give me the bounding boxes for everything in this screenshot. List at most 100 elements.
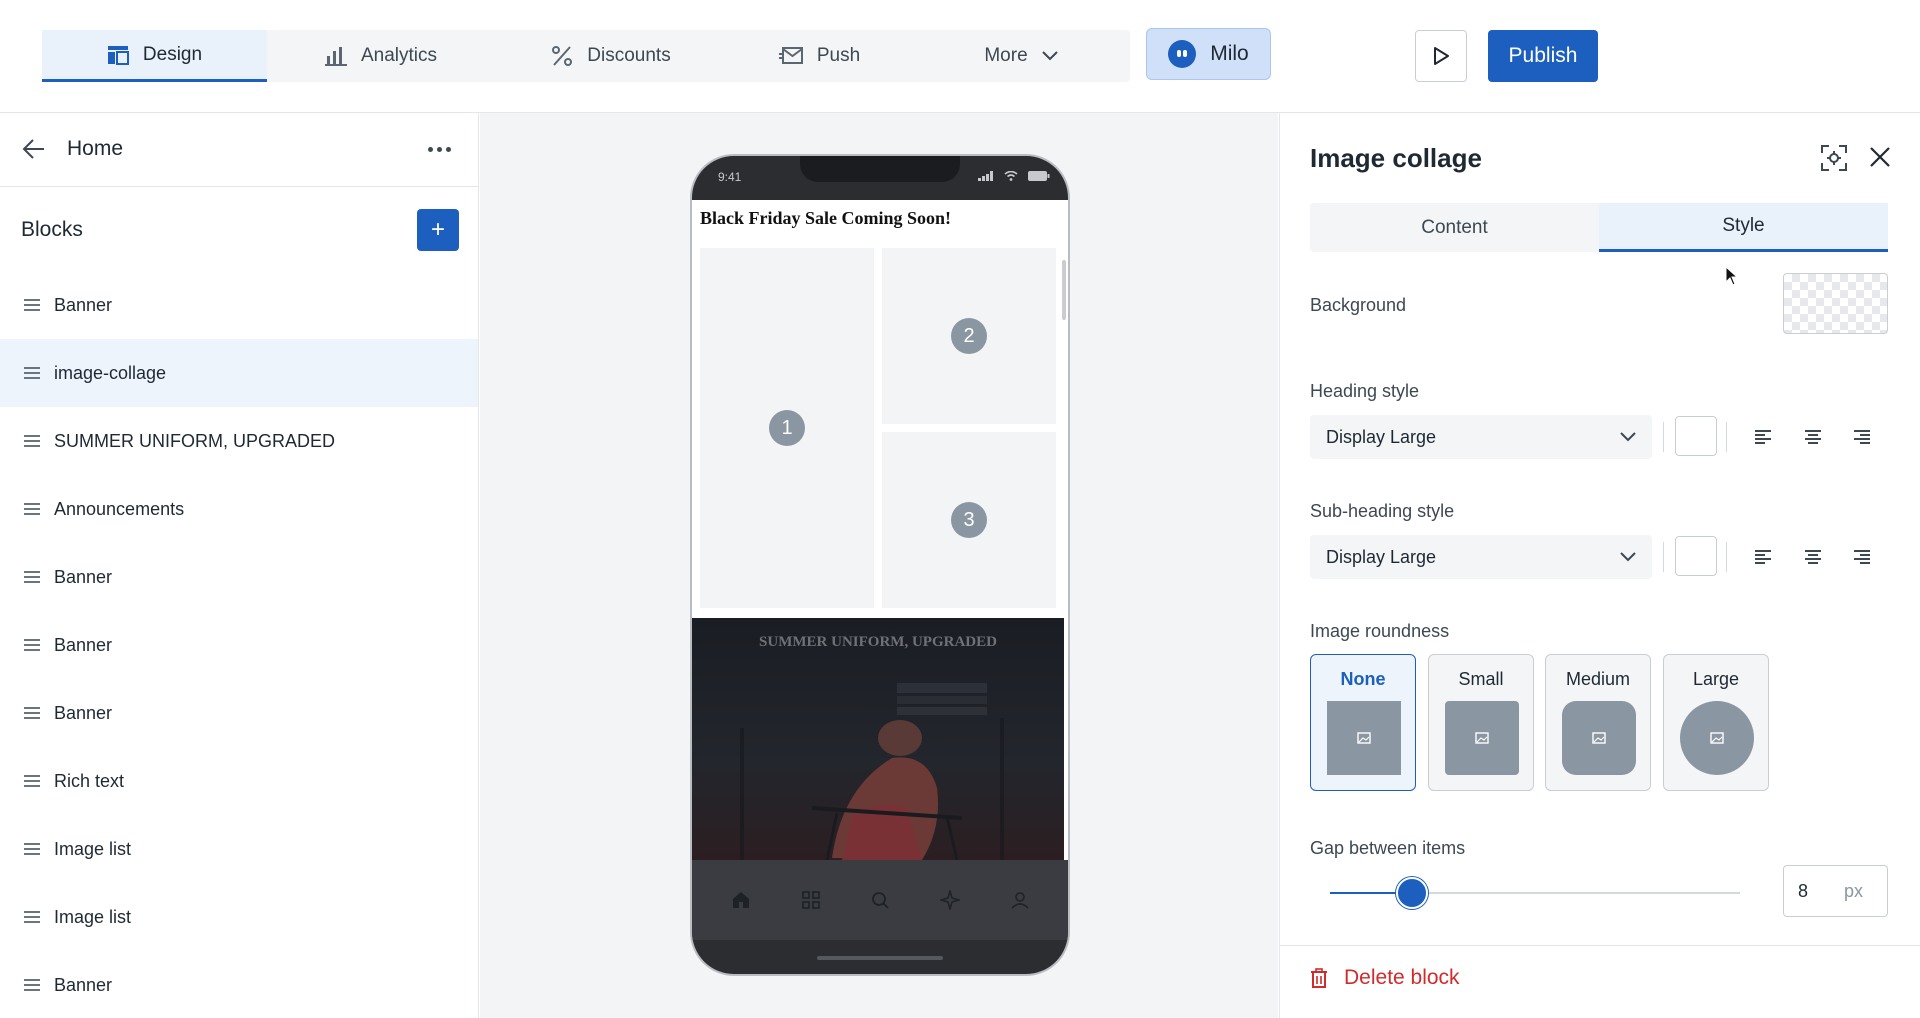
- drag-handle-icon[interactable]: [24, 503, 40, 515]
- phone-mockup: 9:41 Black Friday Sale Coming Soon! 1 2 …: [690, 154, 1070, 976]
- chevron-down-icon: [1620, 432, 1636, 442]
- block-item-banner[interactable]: Banner: [0, 611, 478, 679]
- align-right-icon[interactable]: [1853, 429, 1871, 445]
- roundness-option-none[interactable]: None: [1310, 654, 1416, 791]
- heading-style-select[interactable]: Display Large: [1310, 415, 1652, 459]
- align-center-icon[interactable]: [1804, 549, 1822, 565]
- align-center-icon[interactable]: [1804, 429, 1822, 445]
- background-color-picker[interactable]: [1783, 273, 1888, 334]
- milo-assistant-button[interactable]: Milo: [1146, 28, 1271, 80]
- tab-more[interactable]: More: [912, 30, 1130, 82]
- trash-icon: [1311, 968, 1327, 988]
- profile-icon[interactable]: [1011, 891, 1029, 909]
- block-item-banner[interactable]: Banner: [0, 271, 478, 339]
- block-item-label: Banner: [54, 702, 113, 723]
- block-item-announcements[interactable]: Announcements: [0, 475, 478, 543]
- block-item-image-list[interactable]: Image list: [0, 883, 478, 951]
- drag-handle-icon[interactable]: [24, 571, 40, 583]
- divider: [1726, 542, 1727, 572]
- more-options-icon[interactable]: [428, 147, 451, 152]
- collage-heading: Black Friday Sale Coming Soon!: [700, 208, 952, 228]
- heading-color-picker[interactable]: [1675, 416, 1717, 456]
- drag-handle-icon[interactable]: [24, 775, 40, 787]
- block-item-banner[interactable]: Banner: [0, 543, 478, 611]
- align-right-icon[interactable]: [1853, 549, 1871, 565]
- block-item-summer-uniform[interactable]: SUMMER UNIFORM, UPGRADED: [0, 407, 478, 475]
- publish-button[interactable]: Publish: [1488, 30, 1598, 82]
- signal-icon: [978, 171, 993, 181]
- roundness-option-label: Large: [1692, 669, 1740, 689]
- roundness-option-label: None: [1340, 669, 1386, 689]
- gap-slider[interactable]: [1330, 877, 1740, 909]
- drag-handle-icon[interactable]: [24, 435, 40, 447]
- tab-more-label: More: [984, 45, 1028, 66]
- blocks-sidebar: Home Blocks + Banner image-collage SUMME…: [0, 113, 479, 1018]
- block-item-image-collage[interactable]: image-collage: [0, 339, 478, 407]
- drag-handle-icon[interactable]: [24, 707, 40, 719]
- sparkle-icon[interactable]: [939, 890, 960, 910]
- align-left-icon[interactable]: [1754, 429, 1772, 445]
- mouse-cursor-icon: [1725, 266, 1739, 286]
- back-arrow-icon[interactable]: [22, 137, 46, 161]
- delete-block-button[interactable]: Delete block: [1310, 966, 1460, 990]
- phone-scrollbar[interactable]: [1062, 260, 1066, 320]
- drag-handle-icon[interactable]: [24, 367, 40, 379]
- close-icon[interactable]: [1869, 146, 1891, 168]
- drag-handle-icon[interactable]: [24, 843, 40, 855]
- roundness-option-medium[interactable]: Medium: [1545, 654, 1651, 791]
- align-left-icon[interactable]: [1754, 549, 1772, 565]
- drag-handle-icon[interactable]: [24, 299, 40, 311]
- phone-bottom-nav: [692, 860, 1068, 940]
- phone-status-bar: 9:41: [692, 156, 1068, 200]
- block-item-label: Image list: [54, 906, 132, 927]
- heading-style-label: Heading style: [1310, 381, 1420, 401]
- block-item-label: Banner: [54, 566, 113, 587]
- background-label: Background: [1310, 295, 1407, 315]
- add-block-button[interactable]: +: [417, 209, 459, 251]
- divider: [1280, 945, 1920, 946]
- focus-target-icon[interactable]: [1821, 145, 1847, 171]
- drag-handle-icon[interactable]: [24, 911, 40, 923]
- tab-discounts[interactable]: Discounts: [495, 30, 727, 82]
- preview-canvas: 9:41 Black Friday Sale Coming Soon! 1 2 …: [480, 113, 1278, 1018]
- chevron-down-icon: [1041, 51, 1058, 61]
- grid-icon[interactable]: [802, 891, 820, 909]
- drag-handle-icon[interactable]: [24, 639, 40, 651]
- block-item-banner[interactable]: Banner: [0, 951, 478, 1018]
- search-icon[interactable]: [871, 891, 889, 909]
- slot-number-badge: 1: [769, 410, 805, 446]
- tab-push[interactable]: Push: [727, 30, 912, 82]
- home-icon[interactable]: [731, 890, 751, 910]
- gap-input[interactable]: px: [1783, 865, 1888, 917]
- tab-analytics[interactable]: Analytics: [267, 30, 495, 82]
- block-item-label: Announcements: [54, 498, 185, 519]
- tab-style[interactable]: Style: [1599, 203, 1888, 252]
- gap-value-field[interactable]: [1798, 880, 1838, 902]
- divider: [1663, 422, 1664, 452]
- drag-handle-icon[interactable]: [24, 979, 40, 991]
- block-item-banner[interactable]: Banner: [0, 679, 478, 747]
- collage-image-slot-2[interactable]: 2: [882, 248, 1056, 424]
- top-bar: Design Analytics Discounts Push More Mil…: [0, 0, 1920, 113]
- block-item-image-list[interactable]: Image list: [0, 815, 478, 883]
- block-item-rich-text[interactable]: Rich text: [0, 747, 478, 815]
- image-roundness-label: Image roundness: [1310, 621, 1450, 641]
- image-placeholder-icon: [1445, 701, 1519, 775]
- block-item-label: Banner: [54, 634, 113, 655]
- subheading-style-select[interactable]: Display Large: [1310, 535, 1652, 579]
- tab-content[interactable]: Content: [1310, 203, 1599, 252]
- block-item-label: Banner: [54, 294, 113, 315]
- roundness-option-large[interactable]: Large: [1663, 654, 1769, 791]
- subheading-color-picker[interactable]: [1675, 536, 1717, 576]
- sidebar-header: Home: [0, 113, 479, 187]
- roundness-option-small[interactable]: Small: [1428, 654, 1534, 791]
- collage-image-slot-3[interactable]: 3: [882, 432, 1056, 608]
- collage-image-slot-1[interactable]: 1: [700, 248, 874, 608]
- preview-button[interactable]: [1415, 30, 1467, 82]
- phone-screen: Black Friday Sale Coming Soon! 1 2 3 SUM…: [692, 200, 1068, 860]
- tab-design-label: Design: [142, 43, 203, 65]
- robot-icon: [1168, 40, 1197, 68]
- gap-slider-thumb[interactable]: [1396, 877, 1428, 909]
- tab-design[interactable]: Design: [42, 30, 267, 82]
- phone-notch: [800, 156, 960, 182]
